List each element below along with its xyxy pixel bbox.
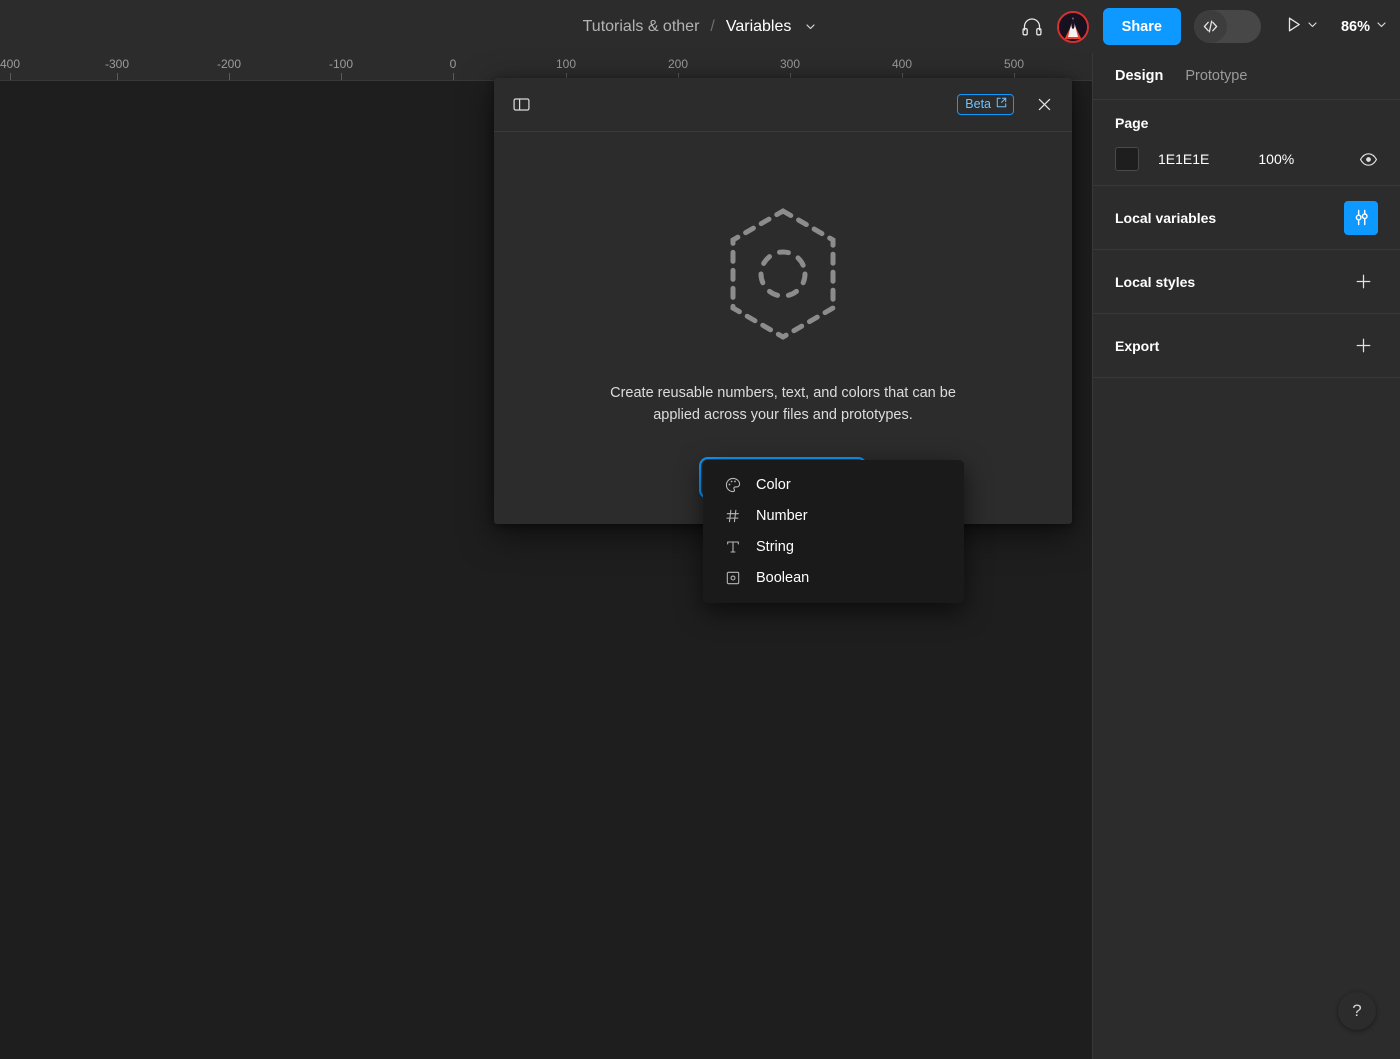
page-color-hex[interactable]: 1E1E1E: [1158, 151, 1209, 167]
zoom-control[interactable]: 86%: [1341, 18, 1388, 36]
share-button-label: Share: [1122, 19, 1162, 35]
help-button-label: ?: [1352, 1001, 1361, 1021]
ruler-tick: [453, 73, 454, 81]
text-t-icon: [725, 539, 741, 555]
ruler-label: 400: [0, 57, 20, 71]
page-section: Page 1E1E1E 100%: [1093, 100, 1400, 186]
add-local-style-plus-icon[interactable]: [1348, 267, 1378, 297]
breadcrumb-separator: /: [710, 18, 714, 36]
ruler-label: -100: [329, 57, 353, 71]
variables-empty-description: Create reusable numbers, text, and color…: [593, 382, 973, 426]
present-chevron-down-icon[interactable]: [1306, 18, 1319, 36]
ruler-label: 300: [780, 57, 800, 71]
ruler-label: 500: [1004, 57, 1024, 71]
ruler-tick: [229, 73, 230, 81]
zoom-chevron-down-icon[interactable]: [1375, 18, 1388, 36]
page-color-opacity[interactable]: 100%: [1258, 151, 1294, 167]
play-icon: [1283, 14, 1304, 40]
sidebar-item-local-styles[interactable]: Local styles: [1093, 250, 1400, 314]
code-icon: [1194, 10, 1227, 43]
menu-item-label: Boolean: [756, 570, 809, 586]
export-label: Export: [1115, 338, 1159, 354]
ruler-tick: [341, 73, 342, 81]
palette-icon: [725, 477, 741, 493]
ruler-label: -200: [217, 57, 241, 71]
eye-icon[interactable]: [1359, 150, 1378, 169]
menu-item-label: Color: [756, 477, 791, 493]
ruler-label: 400: [892, 57, 912, 71]
dashed-hexagon-icon: [723, 207, 843, 346]
share-button[interactable]: Share: [1103, 8, 1181, 45]
ruler-label: 100: [556, 57, 576, 71]
variable-type-menu[interactable]: Color Number String Boolean: [703, 460, 964, 603]
tab-prototype[interactable]: Prototype: [1185, 68, 1247, 84]
menu-item-string[interactable]: String: [703, 531, 964, 562]
toolbar-right-group: Share 86%: [1015, 0, 1388, 53]
menu-item-color[interactable]: Color: [703, 469, 964, 500]
tab-design[interactable]: Design: [1115, 68, 1163, 84]
menu-item-label: Number: [756, 508, 808, 524]
sidebar-item-export[interactable]: Export: [1093, 314, 1400, 378]
external-link-icon: [996, 97, 1007, 111]
help-button[interactable]: ?: [1338, 992, 1376, 1030]
boolean-square-icon: [725, 570, 741, 586]
sidebar-tabs: Design Prototype: [1093, 53, 1400, 100]
ruler-tick: [117, 73, 118, 81]
top-toolbar: Tutorials & other / Variables Share: [0, 0, 1400, 53]
menu-item-number[interactable]: Number: [703, 500, 964, 531]
beta-badge[interactable]: Beta: [957, 94, 1014, 115]
ruler-tick: [10, 73, 11, 81]
page-color-swatch[interactable]: [1115, 147, 1139, 171]
horizontal-ruler: 400 -300 -200 -100 0 100 200 300 400 500: [0, 53, 1092, 81]
menu-item-boolean[interactable]: Boolean: [703, 562, 964, 593]
user-avatar[interactable]: [1057, 11, 1089, 43]
zoom-level-label: 86%: [1341, 19, 1370, 35]
headphones-icon[interactable]: [1015, 10, 1049, 44]
menu-item-label: String: [756, 539, 794, 555]
local-variables-label: Local variables: [1115, 210, 1216, 226]
breadcrumb-current[interactable]: Variables: [726, 18, 792, 36]
close-icon[interactable]: [1031, 92, 1057, 118]
ruler-label: 200: [668, 57, 688, 71]
panel-left-icon[interactable]: [507, 92, 535, 118]
add-export-plus-icon[interactable]: [1348, 331, 1378, 361]
page-section-title: Page: [1115, 115, 1378, 131]
present-button[interactable]: [1283, 14, 1319, 40]
right-sidebar: Design Prototype Page 1E1E1E 100% Local …: [1092, 53, 1400, 1059]
chevron-down-icon[interactable]: [804, 20, 817, 33]
page-background-row: 1E1E1E 100%: [1115, 148, 1378, 170]
variables-modal: Beta Create reusable numbers, text, and …: [494, 78, 1072, 524]
breadcrumb-parent[interactable]: Tutorials & other: [583, 18, 700, 36]
dev-mode-toggle[interactable]: [1194, 10, 1261, 43]
ruler-label: -300: [105, 57, 129, 71]
ruler-label: 0: [450, 57, 457, 71]
sliders-icon[interactable]: [1344, 201, 1378, 235]
beta-badge-label: Beta: [965, 97, 991, 111]
hash-icon: [725, 508, 741, 524]
local-styles-label: Local styles: [1115, 274, 1195, 290]
sidebar-item-local-variables[interactable]: Local variables: [1093, 186, 1400, 250]
variables-modal-header: Beta: [494, 78, 1072, 132]
